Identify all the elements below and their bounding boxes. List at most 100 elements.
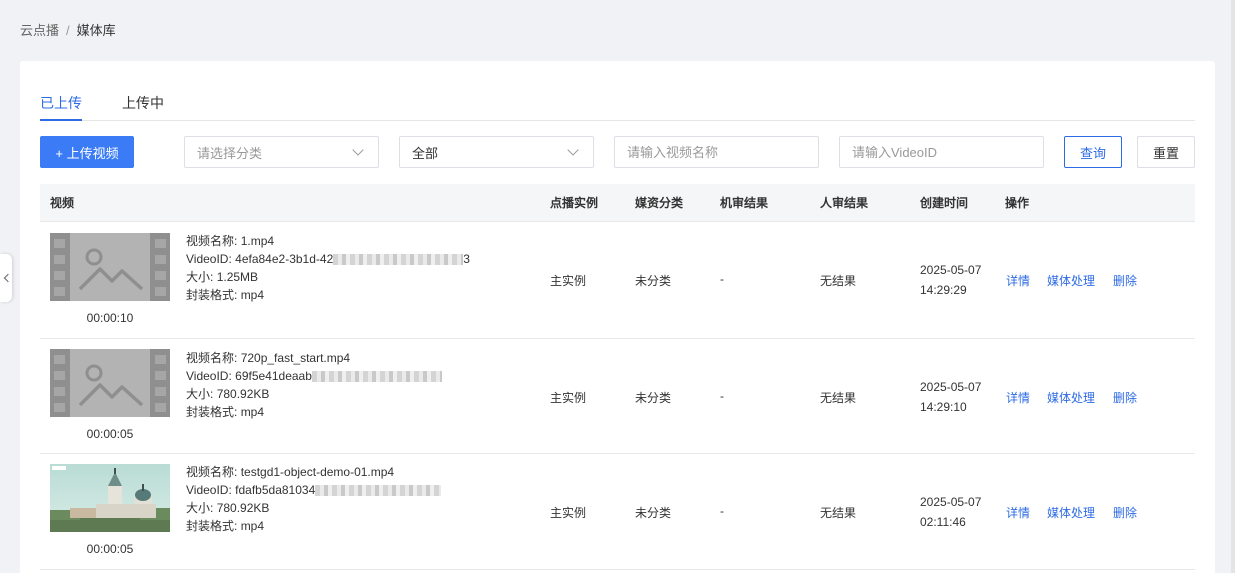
header-video: 视频 [50, 196, 75, 210]
created-time: 14:29:29 [920, 283, 967, 297]
label-size: 大小: [186, 387, 214, 401]
chevron-down-icon [352, 144, 364, 156]
header-actions: 操作 [1005, 196, 1030, 210]
media-table: 视频 点播实例 媒资分类 机审结果 人审结果 创建时间 操作 00:00:10 [40, 184, 1195, 570]
video-format: mp4 [240, 519, 265, 533]
video-duration: 00:00:10 [86, 311, 134, 325]
created-date: 2025-05-07 [920, 495, 982, 509]
created-time: 02:11:46 [920, 515, 966, 529]
delete-link[interactable]: 删除 [1113, 504, 1137, 521]
media-library-card: 已上传 上传中 + 上传视频 请选择分类 全部 查询 重置 视频 点播实例 媒资… [20, 61, 1215, 573]
video-thumbnail[interactable] [50, 464, 170, 532]
delete-link[interactable]: 删除 [1113, 272, 1137, 289]
status-select[interactable]: 全部 [399, 136, 594, 168]
video-id: 69f5e41deaab [235, 369, 312, 383]
reset-button[interactable]: 重置 [1137, 136, 1195, 168]
machine-review-cell: - [720, 272, 724, 286]
created-time: 14:29:10 [920, 400, 967, 414]
created-time-cell: 2025-05-07 14:29:29 [920, 260, 981, 300]
video-id-tail: 3 [463, 252, 470, 266]
header-category: 媒资分类 [635, 196, 684, 210]
video-duration: 00:00:05 [86, 427, 134, 441]
tab-uploading[interactable]: 上传中 [122, 93, 164, 121]
query-button[interactable]: 查询 [1064, 136, 1122, 168]
label-format: 封装格式: [186, 405, 238, 419]
label-size: 大小: [186, 270, 214, 284]
video-id: fdafb5da81034 [235, 483, 316, 497]
video-name: 720p_fast_start.mp4 [240, 351, 351, 365]
video-size: 780.92KB [216, 501, 270, 515]
media-process-link[interactable]: 媒体处理 [1047, 504, 1095, 521]
created-time-cell: 2025-05-07 14:29:10 [920, 377, 981, 417]
human-review-cell: 无结果 [820, 391, 857, 405]
label-video-name: 视频名称: [186, 351, 238, 365]
category-cell: 未分类 [635, 274, 672, 288]
delete-link[interactable]: 删除 [1113, 389, 1137, 406]
header-human-review: 人审结果 [820, 196, 869, 210]
tab-bar: 已上传 上传中 [40, 93, 1195, 121]
status-select-value: 全部 [412, 145, 439, 161]
video-name-input[interactable] [614, 136, 819, 168]
redacted-text [315, 485, 442, 497]
label-format: 封装格式: [186, 519, 238, 533]
video-placeholder-icon[interactable] [50, 233, 170, 301]
human-review-cell: 无结果 [820, 274, 857, 288]
media-process-link[interactable]: 媒体处理 [1047, 389, 1095, 406]
video-info: 视频名称: 720p_fast_start.mp4 VideoID: 69f5e… [186, 349, 442, 421]
page-scrollbar[interactable] [1231, 0, 1235, 573]
instance-cell: 主实例 [550, 274, 587, 288]
video-info: 视频名称: testgd1-object-demo-01.mp4 VideoID… [186, 463, 442, 535]
filter-toolbar: + 上传视频 请选择分类 全部 查询 重置 [40, 136, 1195, 168]
label-format: 封装格式: [186, 288, 238, 302]
redacted-text [311, 371, 442, 383]
instance-cell: 主实例 [550, 391, 587, 405]
category-select[interactable]: 请选择分类 [184, 136, 379, 168]
media-process-link[interactable]: 媒体处理 [1047, 272, 1095, 289]
breadcrumb-root[interactable]: 云点播 [20, 23, 59, 38]
machine-review-cell: - [720, 389, 724, 403]
video-info: 视频名称: 1.mp4 VideoID: 4efa84e2-3b1d-42 3 大… [186, 232, 470, 304]
created-time-cell: 2025-05-07 02:11:46 [920, 492, 981, 532]
label-video-id: VideoID: [186, 252, 232, 266]
tab-uploaded[interactable]: 已上传 [40, 93, 82, 121]
video-size: 780.92KB [216, 387, 270, 401]
header-instance: 点播实例 [550, 196, 599, 210]
detail-link[interactable]: 详情 [1006, 504, 1030, 521]
category-cell: 未分类 [635, 391, 672, 405]
machine-review-cell: - [720, 504, 724, 518]
label-video-name: 视频名称: [186, 465, 238, 479]
label-video-name: 视频名称: [186, 234, 238, 248]
detail-link[interactable]: 详情 [1006, 272, 1030, 289]
video-format: mp4 [240, 405, 265, 419]
table-header: 视频 点播实例 媒资分类 机审结果 人审结果 创建时间 操作 [40, 184, 1195, 222]
redacted-text [333, 254, 464, 266]
breadcrumb-current: 媒体库 [76, 23, 116, 38]
chevron-down-icon [567, 144, 579, 156]
category-select-placeholder: 请选择分类 [197, 145, 263, 161]
breadcrumb: 云点播 / 媒体库 [20, 20, 116, 39]
video-name: 1.mp4 [240, 234, 275, 248]
videoid-input[interactable] [839, 136, 1044, 168]
created-date: 2025-05-07 [920, 380, 982, 394]
video-placeholder-icon[interactable] [50, 349, 170, 417]
table-row: 00:00:05 视频名称: 720p_fast_start.mp4 Video… [40, 339, 1195, 454]
created-date: 2025-05-07 [920, 263, 982, 277]
label-video-id: VideoID: [186, 483, 232, 497]
label-size: 大小: [186, 501, 214, 515]
header-created-time: 创建时间 [920, 196, 969, 210]
video-format: mp4 [240, 288, 265, 302]
video-size: 1.25MB [216, 270, 259, 284]
upload-video-button[interactable]: + 上传视频 [40, 136, 134, 168]
header-machine-review: 机审结果 [720, 196, 769, 210]
video-duration: 00:00:05 [86, 542, 134, 556]
category-cell: 未分类 [635, 506, 672, 520]
video-id: 4efa84e2-3b1d-42 [235, 252, 334, 266]
instance-cell: 主实例 [550, 506, 587, 520]
breadcrumb-separator: / [66, 23, 70, 38]
table-row: 00:00:05 视频名称: testgd1-object-demo-01.mp… [40, 454, 1195, 570]
chevron-left-icon [3, 273, 12, 283]
table-row: 00:00:10 视频名称: 1.mp4 VideoID: 4efa84e2-3… [40, 222, 1195, 339]
collapse-sidebar-handle[interactable] [0, 254, 12, 302]
label-video-id: VideoID: [186, 369, 232, 383]
detail-link[interactable]: 详情 [1006, 389, 1030, 406]
